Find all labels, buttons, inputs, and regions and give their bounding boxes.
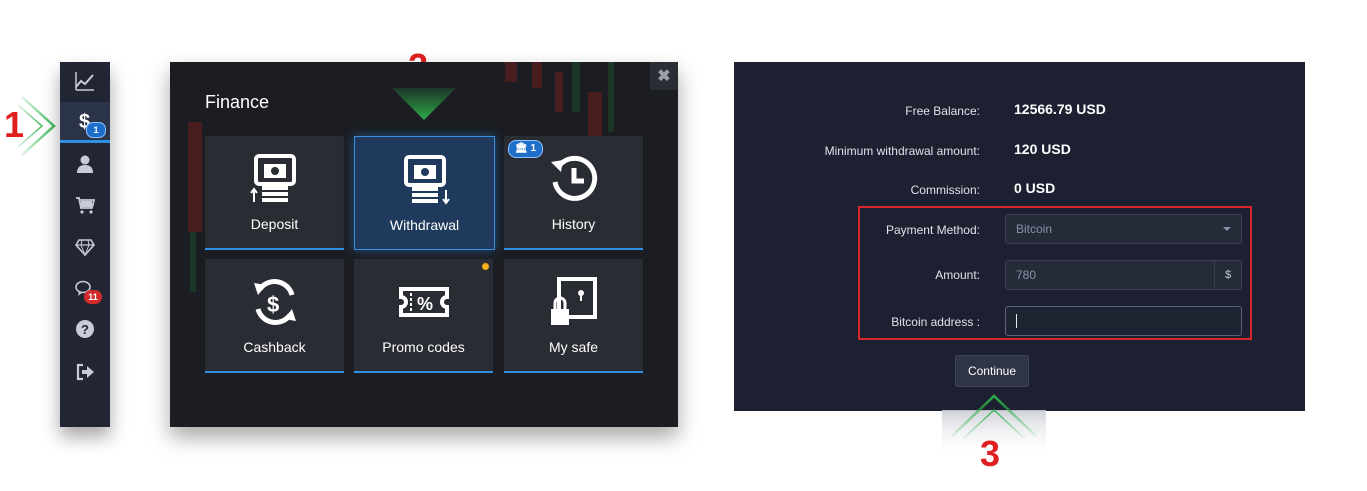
background-candle [505, 62, 517, 82]
finance-badge: 1 [86, 122, 106, 138]
currency-suffix: $ [1214, 261, 1241, 289]
amount-label: Amount: [935, 268, 980, 282]
tile-my-safe[interactable]: My safe [504, 259, 643, 373]
payment-method-select[interactable]: Bitcoin [1005, 214, 1242, 244]
tile-withdrawal[interactable]: Withdrawal [354, 136, 495, 250]
deposit-icon [249, 154, 296, 202]
background-candle [608, 62, 614, 132]
tile-label-deposit: Deposit [250, 216, 299, 232]
background-candle [190, 232, 196, 292]
sidebar-item-market[interactable] [60, 186, 110, 224]
history-badge-count: 1 [530, 143, 537, 154]
chart-line-icon [75, 72, 94, 91]
background-candle [532, 62, 542, 88]
payment-method-value: Bitcoin [1016, 222, 1053, 236]
commission-value: 0 USD [1014, 180, 1056, 196]
svg-text:?: ? [81, 322, 89, 337]
finance-panel: Finance ✖ Deposit Withdrawal History 🏛 1… [170, 62, 678, 427]
tile-deposit[interactable]: Deposit [205, 136, 344, 250]
step-3-number: 3 [980, 433, 1001, 474]
payment-method-label: Payment Method: [885, 223, 980, 237]
background-candle [572, 62, 580, 112]
logout-icon [76, 363, 94, 381]
step-2-arrow-icon [392, 88, 456, 120]
min-withdrawal-value: 120 USD [1014, 141, 1071, 157]
tile-label-cashback: Cashback [243, 339, 306, 355]
chevron-down-icon [1223, 227, 1231, 231]
history-badge: 🏛 1 [508, 140, 544, 158]
bitcoin-address-input[interactable] [1005, 306, 1242, 336]
user-icon [77, 155, 93, 173]
tile-label-withdrawal: Withdrawal [389, 217, 460, 233]
sidebar-item-logout[interactable] [60, 353, 110, 391]
background-candle [188, 122, 202, 232]
sidebar-item-chart[interactable] [60, 62, 110, 100]
tile-history[interactable]: History 🏛 1 [504, 136, 643, 250]
min-withdrawal-label: Minimum withdrawal amount: [824, 144, 980, 158]
cashback-icon: $ [253, 279, 296, 325]
amount-value: 780 [1016, 268, 1037, 282]
bank-icon: 🏛 [515, 143, 528, 154]
history-icon [550, 155, 597, 201]
text-cursor [1016, 314, 1017, 328]
tile-cashback[interactable]: $ Cashback [205, 259, 344, 373]
safe-icon [550, 277, 597, 325]
sidebar-item-chat[interactable]: 11 [60, 270, 110, 308]
promo-icon: % [398, 287, 449, 317]
bitcoin-address-label: Bitcoin address : [891, 315, 980, 329]
finance-title: Finance [205, 92, 270, 112]
free-balance-label: Free Balance: [905, 104, 980, 118]
tile-label-history: History [551, 216, 596, 232]
commission-label: Commission: [910, 183, 980, 197]
close-button[interactable]: ✖ [650, 62, 678, 90]
continue-button[interactable]: Continue [955, 355, 1029, 387]
tile-promo-codes[interactable]: % Promo codes [354, 259, 493, 373]
sidebar-item-profile[interactable] [60, 145, 110, 183]
withdrawal-icon [403, 155, 450, 205]
svg-text:$: $ [267, 292, 279, 317]
step-1-arrow-icon [18, 96, 56, 156]
main-sidebar: $ 1 11 ? [60, 62, 110, 427]
tile-label-promo-codes: Promo codes [382, 339, 465, 355]
promo-notification-dot [482, 263, 489, 270]
sidebar-item-achievements[interactable] [60, 228, 110, 266]
free-balance-value: 12566.79 USD [1014, 101, 1106, 117]
background-candle [555, 72, 563, 112]
tile-label-my-safe: My safe [548, 339, 598, 355]
sidebar-item-help[interactable]: ? [60, 310, 110, 348]
question-icon: ? [76, 320, 94, 338]
cart-icon [76, 197, 95, 214]
amount-input[interactable]: 780 $ [1005, 260, 1242, 290]
diamond-icon [75, 239, 95, 257]
svg-text:%: % [417, 294, 433, 314]
sidebar-item-finance[interactable]: $ 1 [60, 102, 110, 143]
chat-badge: 11 [84, 290, 102, 304]
